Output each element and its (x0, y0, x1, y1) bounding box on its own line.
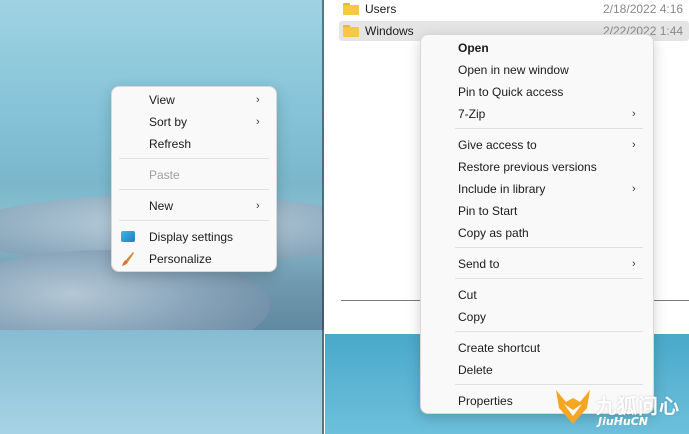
chevron-right-icon: › (632, 258, 636, 270)
menu-separator (455, 128, 643, 129)
menu-item-label: Send to (458, 257, 500, 271)
menu-item-open[interactable]: Open (421, 37, 653, 59)
folder-icon (343, 3, 359, 15)
menu-item-view[interactable]: View › (112, 89, 276, 111)
menu-item-label: Paste (149, 168, 180, 182)
menu-separator (455, 331, 643, 332)
folder-icon (343, 25, 359, 37)
menu-item-label: Properties (458, 394, 513, 408)
chevron-right-icon: › (632, 108, 636, 120)
menu-separator (455, 278, 643, 279)
folder-context-menu: Open Open in new window Pin to Quick acc… (420, 34, 654, 414)
menu-item-label: Pin to Start (458, 204, 518, 218)
file-date: 2/18/2022 4:16 (603, 2, 684, 16)
menu-item-label: Include in library (458, 182, 546, 196)
menu-item-cut[interactable]: Cut (421, 284, 653, 306)
watermark-subtitle: JiuHuCN (598, 415, 649, 428)
chevron-right-icon: › (256, 94, 260, 106)
menu-item-label: Sort by (149, 115, 188, 129)
menu-item-pin-to-start[interactable]: Pin to Start (421, 200, 653, 222)
menu-item-restore-previous-versions[interactable]: Restore previous versions (421, 156, 653, 178)
screen-divider (322, 0, 324, 434)
menu-item-label: Open in new window (458, 63, 569, 77)
menu-item-label: Personalize (149, 252, 212, 266)
chevron-right-icon: › (256, 200, 260, 212)
menu-item-label: Delete (458, 363, 493, 377)
menu-item-delete[interactable]: Delete (421, 359, 653, 381)
menu-separator (119, 189, 269, 190)
chevron-right-icon: › (632, 139, 636, 151)
display-icon (121, 231, 135, 242)
menu-item-label: 7-Zip (458, 107, 486, 121)
file-row-users[interactable]: Users 2/18/2022 4:16 (339, 0, 689, 19)
chevron-right-icon: › (632, 183, 636, 195)
menu-separator (455, 247, 643, 248)
menu-item-include-in-library[interactable]: Include in library › (421, 178, 653, 200)
menu-separator (119, 220, 269, 221)
wallpaper-water (0, 330, 324, 434)
desktop-context-menu: View › Sort by › Refresh Paste New › Dis… (111, 86, 277, 272)
menu-item-label: Pin to Quick access (458, 85, 564, 99)
menu-item-create-shortcut[interactable]: Create shortcut (421, 337, 653, 359)
menu-item-label: New (149, 199, 174, 213)
menu-item-label: Copy (458, 310, 487, 324)
menu-item-personalize[interactable]: Personalize (112, 248, 276, 270)
fox-logo-icon (556, 390, 590, 424)
menu-item-refresh[interactable]: Refresh (112, 133, 276, 155)
menu-item-label: Create shortcut (458, 341, 541, 355)
menu-item-send-to[interactable]: Send to › (421, 253, 653, 275)
menu-item-give-access-to[interactable]: Give access to › (421, 134, 653, 156)
menu-item-label: Cut (458, 288, 477, 302)
menu-separator (455, 384, 643, 385)
menu-item-label: Restore previous versions (458, 160, 597, 174)
chevron-right-icon: › (256, 116, 260, 128)
menu-item-label: Refresh (149, 137, 192, 151)
menu-item-label: Open (458, 41, 489, 55)
menu-item-label: View (149, 93, 175, 107)
menu-item-label: Copy as path (458, 226, 529, 240)
menu-item-copy[interactable]: Copy (421, 306, 653, 328)
menu-item-7zip[interactable]: 7-Zip › (421, 103, 653, 125)
menu-item-pin-to-quick-access[interactable]: Pin to Quick access (421, 81, 653, 103)
menu-item-new[interactable]: New › (112, 195, 276, 217)
menu-item-sort-by[interactable]: Sort by › (112, 111, 276, 133)
menu-separator (119, 158, 269, 159)
menu-item-paste: Paste (112, 164, 276, 186)
paintbrush-icon (122, 252, 134, 266)
menu-item-display-settings[interactable]: Display settings (112, 226, 276, 248)
menu-item-open-in-new-window[interactable]: Open in new window (421, 59, 653, 81)
menu-item-label: Give access to (458, 138, 537, 152)
menu-item-label: Display settings (149, 230, 234, 244)
file-name: Windows (365, 24, 414, 38)
file-name: Users (365, 2, 397, 16)
watermark: 九狐问心 JiuHuCN (554, 386, 684, 430)
menu-item-copy-as-path[interactable]: Copy as path (421, 222, 653, 244)
